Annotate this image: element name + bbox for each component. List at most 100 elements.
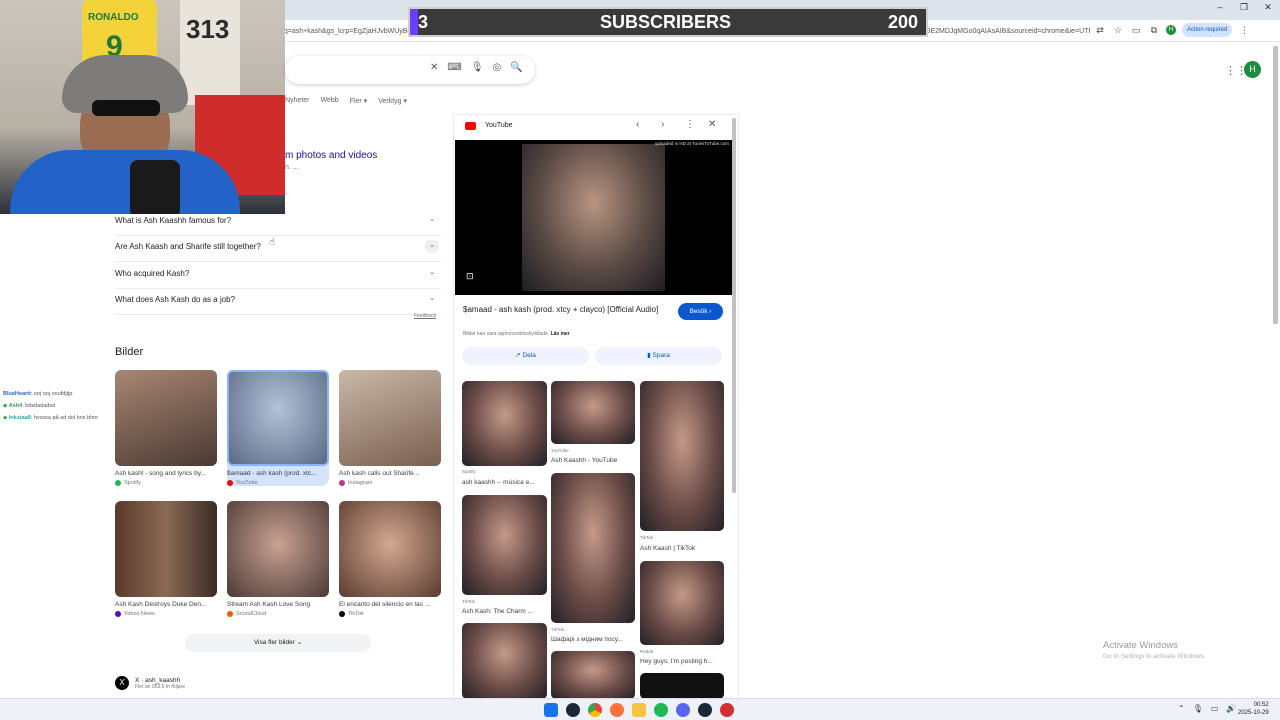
related-caption[interactable]: Шафарі з мідним посу... <box>551 636 623 643</box>
related-source: TikTok <box>462 599 475 604</box>
extensions-icon[interactable]: ⧉ <box>1148 24 1160 36</box>
paa-item[interactable]: Are Ash Kaash and Sharife still together… <box>115 236 441 262</box>
related-thumbnail[interactable] <box>462 495 547 595</box>
chat-message: BlueHeartt: ooj ooj ooufdjtjp <box>3 388 98 400</box>
result-link[interactable]: m photos and videos <box>285 150 377 161</box>
preview-title[interactable]: $amaad - ash kash (prod. xtcy + clayco) … <box>463 304 668 315</box>
related-thumbnail[interactable] <box>462 381 547 466</box>
close-panel-icon[interactable]: ✕ <box>708 119 716 130</box>
image-thumbnail[interactable] <box>227 370 329 466</box>
menu-icon[interactable]: ⋮ <box>1238 24 1250 36</box>
save-label: Spara <box>652 352 670 359</box>
related-caption[interactable]: ash kaashh -- música e... <box>462 479 535 486</box>
image-thumbnail[interactable] <box>115 501 217 597</box>
jersey-white: 313 <box>180 0 240 105</box>
paa-question: What does Ash Kash do as a job? <box>115 295 236 304</box>
restore-icon[interactable]: ❐ <box>1232 2 1256 13</box>
image-thumbnail[interactable] <box>339 501 441 597</box>
app-icon[interactable] <box>720 703 734 717</box>
image-source: SoundCloud <box>236 611 267 617</box>
related-thumbnail[interactable] <box>640 561 724 645</box>
search-icon[interactable]: 🔍 <box>510 62 522 73</box>
mic-tray-icon[interactable]: 🎙 <box>1193 704 1203 713</box>
translate-icon[interactable]: ⇄ <box>1094 24 1106 36</box>
volume-icon[interactable]: 🔊 <box>1226 704 1236 713</box>
tab-tools[interactable]: Verktyg ▾ <box>378 97 407 105</box>
preview-photo <box>522 144 665 291</box>
image-thumbnail[interactable] <box>115 370 217 466</box>
tab-web[interactable]: Webb <box>321 97 339 105</box>
spotify-icon[interactable] <box>654 703 668 717</box>
chrome-icon[interactable] <box>588 703 602 717</box>
tab-news[interactable]: Nyheter <box>285 97 310 105</box>
steam-icon[interactable] <box>566 703 580 717</box>
image-thumbnail[interactable] <box>339 370 441 466</box>
image-result[interactable]: Ash kash calls out Sharife... Instagram <box>339 370 441 486</box>
result-snippet: n. ... <box>285 164 299 171</box>
related-caption[interactable]: Hey guys, I'm posting h... <box>640 658 713 665</box>
bookmark-star-icon[interactable]: ☆ <box>1112 24 1124 36</box>
related-thumbnail[interactable] <box>640 673 724 699</box>
lens-search-icon[interactable]: ⊡ <box>466 271 474 282</box>
action-required-button[interactable]: Action required <box>1182 23 1233 37</box>
tray-chevron-icon[interactable]: ⌃ <box>1178 704 1185 713</box>
monitor-icon[interactable]: ▭ <box>1211 704 1219 713</box>
panel-scrollbar[interactable] <box>732 118 736 493</box>
clear-icon[interactable]: ✕ <box>430 62 438 73</box>
x-result[interactable]: X X · ash_kaashh Fler än 953,6 tn följar… <box>115 676 185 690</box>
chevron-down-icon[interactable]: ⌄ <box>425 239 439 253</box>
image-result[interactable]: El encanto del silencio en las ... TikTo… <box>339 501 441 617</box>
file-explorer-icon[interactable] <box>632 703 646 717</box>
image-source: Spotify <box>124 480 141 486</box>
related-caption[interactable]: Ash Kaashh - YouTube <box>551 457 617 464</box>
mic-icon[interactable]: 🎙 <box>471 62 484 73</box>
x-handle[interactable]: X · ash_kaashh <box>135 677 185 684</box>
clock[interactable]: 00:52 2025-10-29 <box>1238 701 1269 717</box>
preview-image[interactable]: uploaded in HD at TunesToTube.com ⊡ <box>455 140 732 295</box>
chevron-down-icon[interactable]: ⌄ <box>425 292 439 306</box>
profile-avatar[interactable]: H <box>1166 25 1176 35</box>
image-result[interactable]: Stream Ash Kash Love Song SoundCloud <box>227 501 329 617</box>
paa-item[interactable]: What does Ash Kash do as a job? ⌄ <box>115 289 441 315</box>
lens-icon[interactable]: ◎ <box>493 62 502 73</box>
next-icon[interactable]: › <box>661 119 664 130</box>
related-caption[interactable]: Ash Kaash | TikTok <box>640 545 695 552</box>
related-thumbnail[interactable] <box>551 381 635 444</box>
related-thumbnail[interactable] <box>551 473 635 623</box>
more-images-button[interactable]: Visa fler bilder ⌄ <box>185 634 371 652</box>
clock-date: 2025-10-29 <box>1238 710 1269 716</box>
steam-app-icon[interactable] <box>698 703 712 717</box>
related-thumbnail[interactable] <box>551 651 635 699</box>
image-result[interactable]: Ash Kash Destroys Duke Den... Yahoo News <box>115 501 217 617</box>
page-scrollbar[interactable] <box>1273 46 1278 324</box>
feedback-link[interactable]: Feedback <box>414 313 436 319</box>
close-icon[interactable]: ✕ <box>1256 2 1280 13</box>
prev-icon[interactable]: ‹ <box>636 119 639 130</box>
start-icon[interactable] <box>544 703 558 717</box>
image-thumbnail[interactable] <box>227 501 329 597</box>
keyboard-icon[interactable]: ⌨ <box>447 62 461 73</box>
upload-watermark: uploaded in HD at TunesToTube.com <box>654 141 729 146</box>
visit-button[interactable]: Besök › <box>678 303 723 320</box>
discord-icon[interactable] <box>676 703 690 717</box>
more-options-icon[interactable]: ⋮ <box>685 119 695 130</box>
spotify-icon <box>115 480 121 486</box>
tab-more[interactable]: Fler ▾ <box>350 97 368 105</box>
image-result-selected[interactable]: $amaad - ash kash (prod. xtc... YouTube <box>227 370 329 486</box>
related-caption[interactable]: Ash Kash: The Charm ... <box>462 608 533 615</box>
chevron-down-icon[interactable]: ⌄ <box>425 213 439 227</box>
firefox-icon[interactable] <box>610 703 624 717</box>
search-box-icons: ✕ ⌨ 🎙 ◎ 🔍 <box>430 62 523 73</box>
related-thumbnail[interactable] <box>462 623 547 699</box>
account-avatar[interactable]: H <box>1244 61 1261 78</box>
cast-icon[interactable]: ▭ <box>1130 24 1142 36</box>
paa-item[interactable]: Who acquired Kash? ⌄ <box>115 263 441 289</box>
image-result[interactable]: Ash kashl - song and lyrics by... Spotif… <box>115 370 217 486</box>
share-button[interactable]: ↗ Dela <box>462 347 589 365</box>
chevron-down-icon[interactable]: ⌄ <box>425 266 439 280</box>
paa-item[interactable]: What is Ash Kaashh famous for? ⌄ <box>115 210 441 236</box>
learn-more-link[interactable]: Läs mer <box>551 331 570 337</box>
minimize-icon[interactable]: – <box>1208 2 1232 13</box>
related-thumbnail[interactable] <box>640 381 724 531</box>
save-button[interactable]: ▮ Spara <box>595 347 722 365</box>
